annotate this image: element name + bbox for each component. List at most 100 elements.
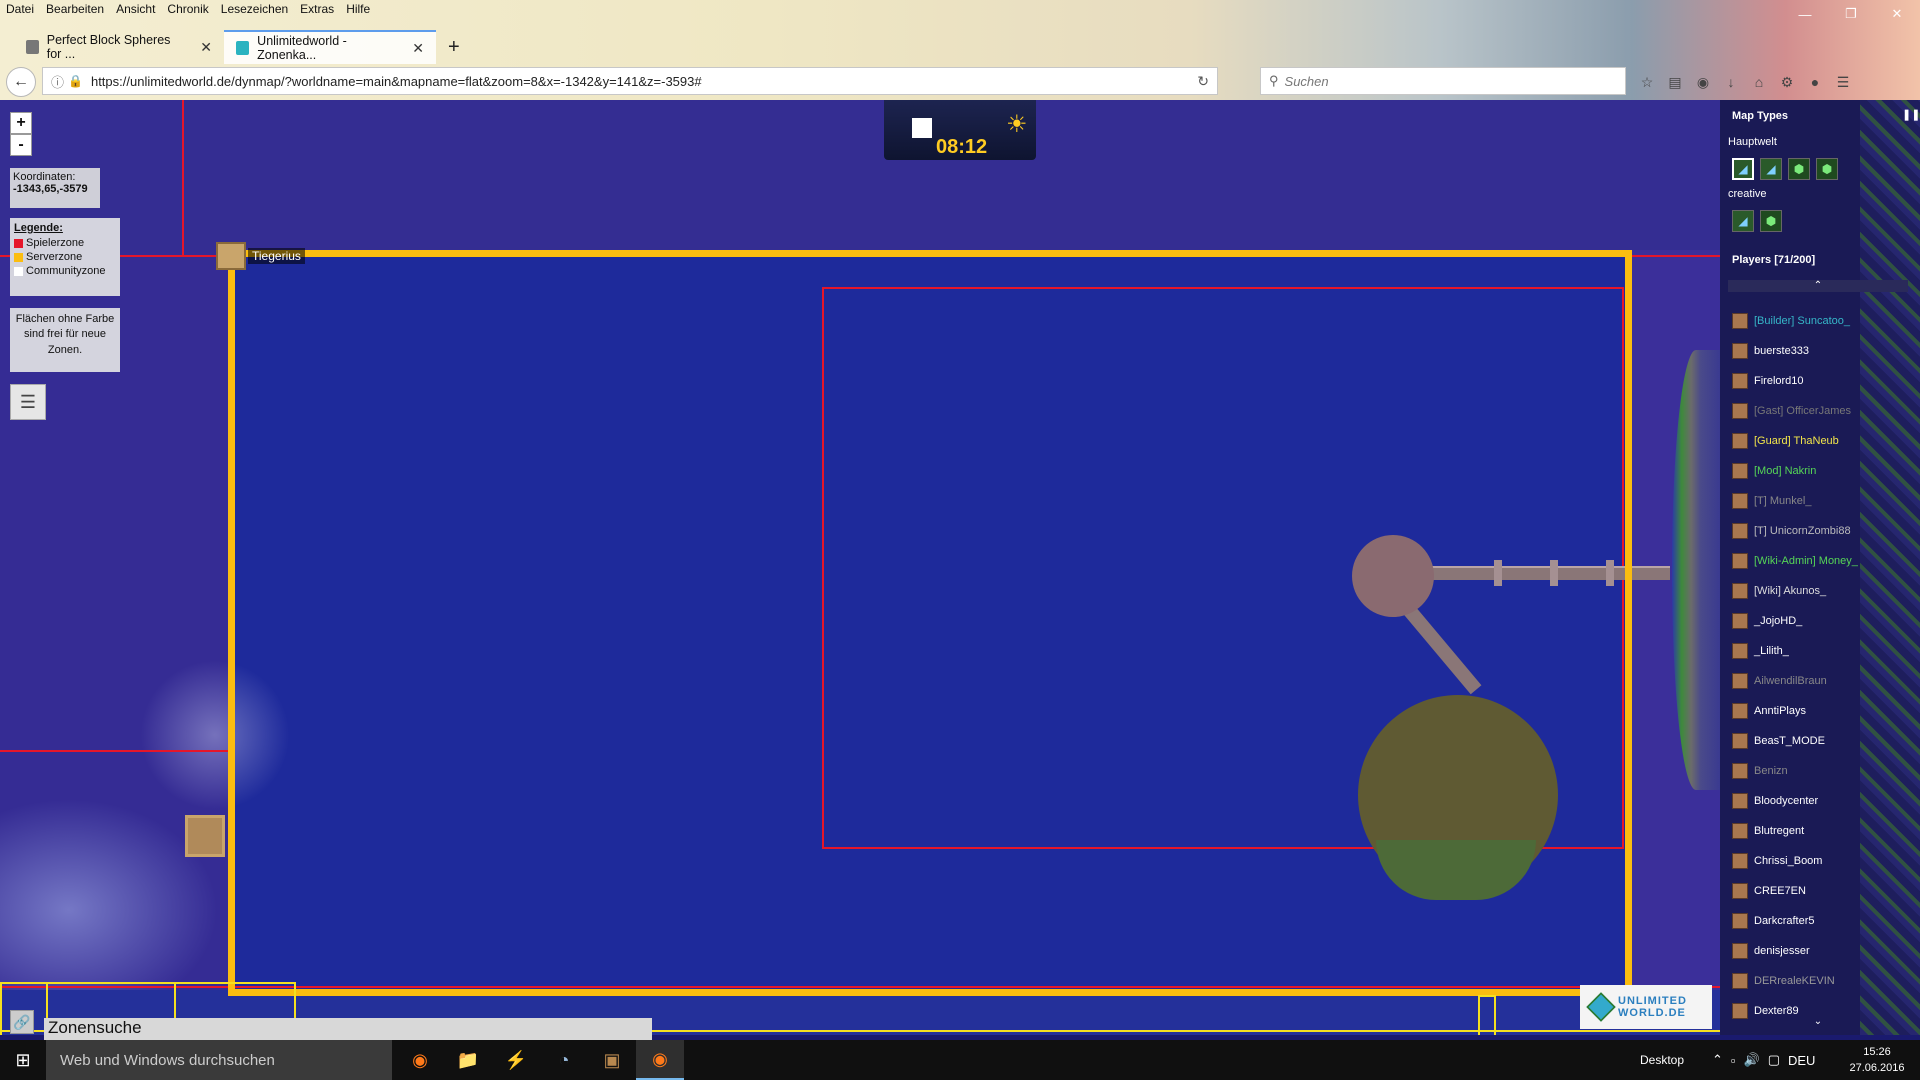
steam-icon[interactable]: ◔ [540, 1040, 588, 1080]
window-controls: — ❐ ✕ [1782, 0, 1920, 28]
player-list-item[interactable]: denisjesser [1732, 936, 1912, 966]
pin-icon[interactable]: ❚❚ [1902, 108, 1920, 121]
close-window-icon[interactable]: ✕ [1874, 0, 1920, 28]
bookmark-star-icon[interactable]: ☆ [1636, 71, 1658, 93]
menu-hilfe[interactable]: Hilfe [340, 0, 376, 20]
notification-icon[interactable]: ▢ [1768, 1052, 1780, 1068]
menu-datei[interactable]: Datei [0, 0, 40, 20]
player-list-item[interactable]: [Wiki-Admin] Money_ [1732, 546, 1912, 576]
download-icon[interactable]: ↓ [1720, 71, 1742, 93]
menu-icon[interactable]: ☰ [1832, 71, 1854, 93]
reload-icon[interactable]: ↻ [1197, 73, 1209, 90]
player-list-item[interactable]: CREE7EN [1732, 876, 1912, 906]
extension-icon[interactable]: ⚙ [1776, 71, 1798, 93]
pocket-icon[interactable]: ◉ [1692, 71, 1714, 93]
player-list-item[interactable]: [Builder] Suncatoo_ [1732, 306, 1912, 336]
language-indicator[interactable]: DEU [1788, 1053, 1815, 1068]
network-icon[interactable]: ▫ [1731, 1053, 1736, 1068]
player-zone-border[interactable] [0, 750, 230, 752]
chevron-up-icon[interactable]: ⌃ [1728, 280, 1908, 292]
surface-map-icon[interactable]: ◢ [1760, 158, 1782, 180]
player-list-item[interactable]: [Mod] Nakrin [1732, 456, 1912, 486]
player-list-item[interactable]: [Guard] ThaNeub [1732, 426, 1912, 456]
flat-map-icon[interactable]: ◢ [1732, 158, 1754, 180]
arrow-left-icon: ← [13, 73, 29, 90]
legend-title: Legende: [14, 222, 63, 234]
player-list-item[interactable]: Bloodycenter [1732, 786, 1912, 816]
player-list-item[interactable]: Blutregent [1732, 816, 1912, 846]
player-list-item[interactable]: [T] Munkel_ [1732, 486, 1912, 516]
player-zone-border[interactable] [182, 100, 184, 255]
3d-map-icon[interactable]: ⬢ [1760, 210, 1782, 232]
player-list-item[interactable]: DERrealeKEVIN [1732, 966, 1912, 996]
minecraft-icon[interactable]: ▣ [588, 1040, 636, 1080]
cave-map-icon[interactable]: ⬢ [1788, 158, 1810, 180]
player-name: DERrealeKEVIN [1754, 975, 1835, 987]
layers-icon[interactable]: ☰ [10, 384, 46, 420]
windows-start-icon[interactable]: ⊞ [0, 1040, 46, 1080]
menu-ansicht[interactable]: Ansicht [110, 0, 161, 20]
player-list-item[interactable]: AnntiPlays [1732, 696, 1912, 726]
player-head-icon [1732, 433, 1748, 449]
3d-map-icon[interactable]: ⬢ [1816, 158, 1838, 180]
player-list-item[interactable]: buerste333 [1732, 336, 1912, 366]
info-icon[interactable]: ⓘ [51, 72, 64, 91]
taskbar-search[interactable]: Web und Windows durchsuchen [46, 1040, 392, 1080]
maximize-icon[interactable]: ❐ [1828, 0, 1874, 28]
flat-map-icon[interactable]: ◢ [1732, 210, 1754, 232]
player-list-item[interactable]: Benizn [1732, 756, 1912, 786]
menu-bearbeiten[interactable]: Bearbeiten [40, 0, 110, 20]
tab-perfect-block-spheres[interactable]: Perfect Block Spheres for ... ✕ [14, 30, 224, 64]
player-name: Bloodycenter [1754, 795, 1819, 807]
firefox-icon[interactable]: ◉ [396, 1040, 444, 1080]
dynmap-canvas[interactable]: Tiegerius [0, 100, 1720, 1035]
url-bar[interactable]: ⓘ 🔒 https://unlimitedworld.de/dynmap/?wo… [42, 67, 1218, 95]
player-marker[interactable]: Tiegerius [216, 242, 305, 270]
folder-icon[interactable]: 📁 [444, 1040, 492, 1080]
back-button[interactable]: ← [6, 67, 36, 97]
close-icon[interactable]: ✕ [412, 40, 424, 57]
legend-item: Communityzone [14, 265, 116, 277]
desktop-label[interactable]: Desktop [1640, 1040, 1684, 1080]
taskbar-clock[interactable]: 15:26 27.06.2016 [1840, 1044, 1914, 1076]
server-zone[interactable] [1478, 995, 1496, 1035]
reading-list-icon[interactable]: ▤ [1664, 71, 1686, 93]
player-list-item[interactable]: BeasT_MODE [1732, 726, 1912, 756]
tab-unlimitedworld[interactable]: Unlimitedworld - Zonenka... ✕ [224, 30, 436, 64]
player-zone-border[interactable] [1625, 255, 1720, 257]
new-tab-button[interactable]: + [436, 30, 472, 64]
zoom-in-button[interactable]: + [10, 112, 32, 134]
home-icon[interactable]: ⌂ [1748, 71, 1770, 93]
zoom-out-button[interactable]: - [10, 134, 32, 156]
player-list-item[interactable]: Darkcrafter5 [1732, 906, 1912, 936]
player-list-item[interactable]: Chrissi_Boom [1732, 846, 1912, 876]
player-name: AilwendilBraun [1754, 675, 1827, 687]
server-zone[interactable] [228, 250, 1632, 996]
close-icon[interactable]: ✕ [200, 39, 212, 56]
menu-chronik[interactable]: Chronik [161, 0, 214, 20]
search-bar[interactable]: ⚲ Suchen [1260, 67, 1626, 95]
zone-search-bar[interactable]: Zonensuche [44, 1018, 652, 1040]
menu-lesezeichen[interactable]: Lesezeichen [215, 0, 294, 20]
menu-extras[interactable]: Extras [294, 0, 340, 20]
unlimitedworld-logo: UNLIMITED WORLD.DE [1580, 985, 1712, 1029]
minimize-icon[interactable]: — [1782, 0, 1828, 28]
player-list-item[interactable]: _Lilith_ [1732, 636, 1912, 666]
player-name: [Builder] Suncatoo_ [1754, 315, 1851, 327]
player-list-item[interactable]: [Wiki] Akunos_ [1732, 576, 1912, 606]
chevron-up-icon[interactable]: ⌃ [1712, 1052, 1723, 1068]
winamp-icon[interactable]: ⚡ [492, 1040, 540, 1080]
player-list-item[interactable]: AilwendilBraun [1732, 666, 1912, 696]
player-head-icon[interactable] [185, 815, 225, 857]
chevron-down-icon[interactable]: ⌄ [1728, 1016, 1908, 1028]
firefox-icon[interactable]: ◉ [636, 1040, 684, 1080]
player-list-item[interactable]: Firelord10 [1732, 366, 1912, 396]
player-list-item[interactable]: [Gast] OfficerJames [1732, 396, 1912, 426]
link-icon[interactable]: 🔗 [10, 1010, 34, 1034]
player-list-item[interactable]: _JojoHD_ [1732, 606, 1912, 636]
map-sidebar: Map Types ❚❚ Hauptwelt ◢ ◢ ⬢ ⬢ creative … [1720, 100, 1920, 1035]
generic-icon [26, 40, 39, 54]
volume-icon[interactable]: 🔊 [1744, 1052, 1760, 1068]
player-list-item[interactable]: [T] UnicornZombi88 [1732, 516, 1912, 546]
vpn-icon[interactable]: ● [1804, 71, 1826, 93]
